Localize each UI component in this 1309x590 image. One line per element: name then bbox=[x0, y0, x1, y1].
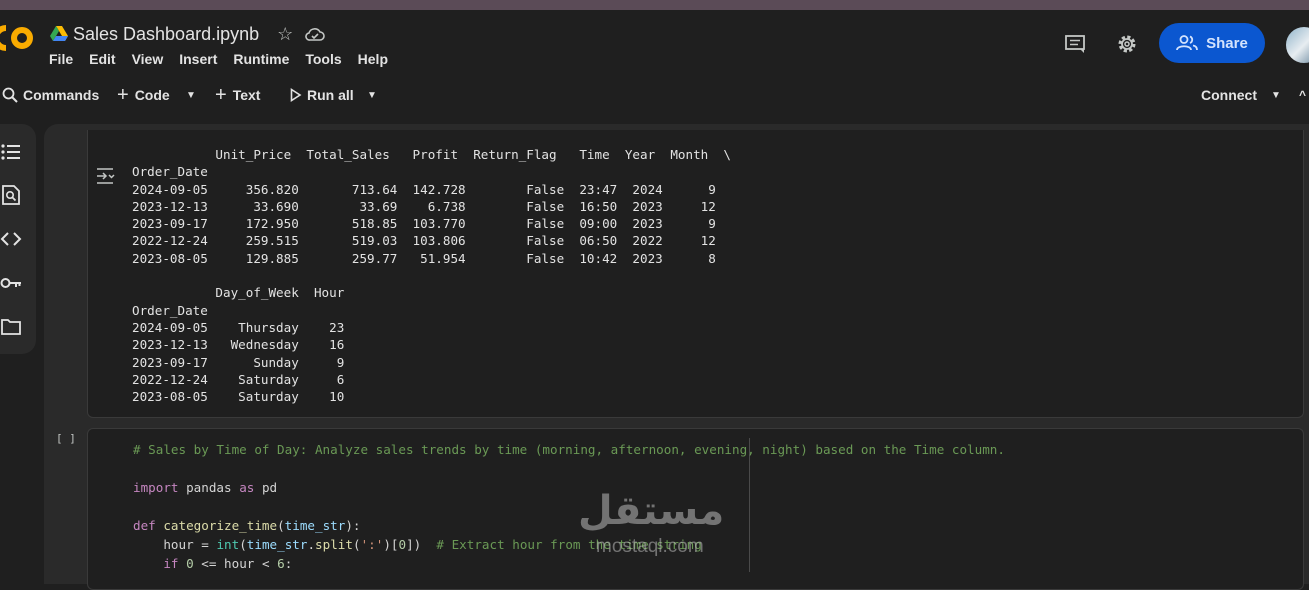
plus-icon: + bbox=[215, 83, 227, 106]
output-line: 2022-12-24 Saturday 6 bbox=[132, 371, 345, 387]
notebook-title[interactable]: Sales Dashboard.ipynb bbox=[73, 24, 259, 45]
code-function-name: categorize_time bbox=[163, 518, 278, 533]
output-line: 2023-08-05 Saturday 10 bbox=[132, 389, 345, 405]
menu-view[interactable]: View bbox=[132, 51, 164, 67]
code-builtin: int bbox=[216, 537, 240, 552]
run-all-button[interactable]: Run all bbox=[290, 75, 354, 115]
run-all-dropdown[interactable]: ▼ bbox=[367, 75, 377, 115]
gear-icon[interactable] bbox=[1116, 33, 1138, 55]
collapse-header-button[interactable]: ^ bbox=[1299, 75, 1306, 115]
code-number: 0 bbox=[186, 556, 194, 571]
code-alias: pd bbox=[261, 480, 278, 495]
code-variable: hour bbox=[224, 556, 255, 571]
code-keyword: as bbox=[239, 480, 255, 495]
output-line: 2023-12-13 33.690 33.69 6.738 False 16:5… bbox=[132, 198, 716, 214]
play-icon bbox=[290, 88, 302, 102]
text-label: Text bbox=[232, 87, 261, 103]
output-line: Order_Date bbox=[132, 302, 208, 318]
output-line: Order_Date bbox=[132, 164, 208, 180]
output-line: 2024-09-05 Thursday 23 bbox=[132, 319, 345, 335]
plus-icon: + bbox=[117, 83, 129, 106]
code-comment: # Sales by Time of Day: Analyze sales tr… bbox=[133, 442, 1005, 457]
output-line: 2022-12-24 259.515 519.03 103.806 False … bbox=[132, 233, 716, 249]
commands-button[interactable]: Commands bbox=[2, 75, 99, 115]
commands-label: Commands bbox=[23, 87, 100, 103]
add-code-dropdown[interactable]: ▼ bbox=[186, 75, 196, 115]
output-line: Unit_Price Total_Sales Profit Return_Fla… bbox=[132, 147, 731, 162]
code-keyword: import bbox=[133, 480, 179, 495]
caret-down-icon: ▼ bbox=[1271, 89, 1281, 101]
menu-edit[interactable]: Edit bbox=[89, 51, 115, 67]
code-number: 6 bbox=[277, 556, 285, 571]
connect-dropdown[interactable]: ▼ bbox=[1271, 75, 1281, 115]
title-row: Sales Dashboard.ipynb ☆ bbox=[50, 22, 326, 46]
code-label: Code bbox=[134, 87, 170, 103]
menu-insert[interactable]: Insert bbox=[179, 51, 217, 67]
menu-help[interactable]: Help bbox=[358, 51, 388, 67]
output-line: 2023-12-13 Wednesday 16 bbox=[132, 337, 345, 353]
comments-icon[interactable] bbox=[1064, 33, 1086, 55]
connect-label: Connect bbox=[1201, 87, 1257, 103]
folder-icon[interactable] bbox=[0, 317, 22, 337]
output-line: 2023-08-05 129.885 259.77 51.954 False 1… bbox=[132, 250, 716, 266]
menu-bar: File Edit View Insert Runtime Tools Help bbox=[49, 51, 404, 67]
watermark-latin: mostaql.com bbox=[596, 536, 704, 557]
star-icon[interactable]: ☆ bbox=[277, 24, 293, 45]
caret-down-icon: ▼ bbox=[367, 89, 377, 101]
colab-logo[interactable] bbox=[0, 22, 34, 54]
code-param: time_str bbox=[246, 537, 308, 552]
code-module: pandas bbox=[186, 480, 232, 495]
caret-down-icon: ▼ bbox=[186, 89, 196, 101]
code-variable: hour bbox=[163, 537, 194, 552]
drive-icon bbox=[50, 26, 68, 41]
watermark-arabic: مستقل bbox=[578, 488, 725, 534]
share-label: Share bbox=[1206, 34, 1248, 52]
output-line: 2023-09-17 172.950 518.85 103.770 False … bbox=[132, 216, 716, 232]
code-keyword: def bbox=[133, 518, 156, 533]
share-button[interactable]: Share bbox=[1159, 23, 1265, 63]
people-icon bbox=[1176, 35, 1199, 51]
chevron-up-icon: ^ bbox=[1299, 88, 1307, 102]
menu-file[interactable]: File bbox=[49, 51, 73, 67]
connect-button[interactable]: Connect bbox=[1201, 75, 1257, 115]
mostaql-watermark: مستقل mostaql.com bbox=[578, 488, 734, 560]
menu-tools[interactable]: Tools bbox=[305, 51, 341, 67]
output-line: Day_of_Week Hour bbox=[132, 285, 345, 301]
run-all-label: Run all bbox=[307, 87, 354, 103]
output-line: 2024-09-05 356.820 713.64 142.728 False … bbox=[132, 181, 716, 197]
code-keyword: if bbox=[163, 556, 179, 571]
add-code-button[interactable]: + Code bbox=[117, 75, 170, 115]
output-actions-icon[interactable] bbox=[96, 167, 116, 185]
output-line: 2023-09-17 Sunday 9 bbox=[132, 354, 345, 370]
cloud-saved-icon[interactable] bbox=[305, 26, 326, 42]
key-icon[interactable] bbox=[0, 273, 22, 293]
dataframe-output: Unit_Price Total_Sales Profit Return_Fla… bbox=[132, 146, 731, 405]
toolbar: Commands + Code ▼ + Text Run all ▼ Conne… bbox=[0, 75, 1309, 115]
window-top-strip bbox=[0, 0, 1309, 10]
find-icon[interactable] bbox=[0, 185, 22, 205]
code-snippets-icon[interactable] bbox=[0, 229, 22, 249]
code-string: ':' bbox=[360, 537, 384, 552]
run-cell-button[interactable]: [ ] bbox=[56, 432, 76, 445]
menu-runtime[interactable]: Runtime bbox=[233, 51, 289, 67]
code-editor[interactable]: # Sales by Time of Day: Analyze sales tr… bbox=[133, 440, 1005, 573]
add-text-button[interactable]: + Text bbox=[215, 75, 260, 115]
toc-icon[interactable] bbox=[0, 142, 22, 162]
search-icon bbox=[2, 87, 18, 103]
left-rail bbox=[0, 124, 36, 354]
code-param: time_str bbox=[284, 518, 346, 533]
